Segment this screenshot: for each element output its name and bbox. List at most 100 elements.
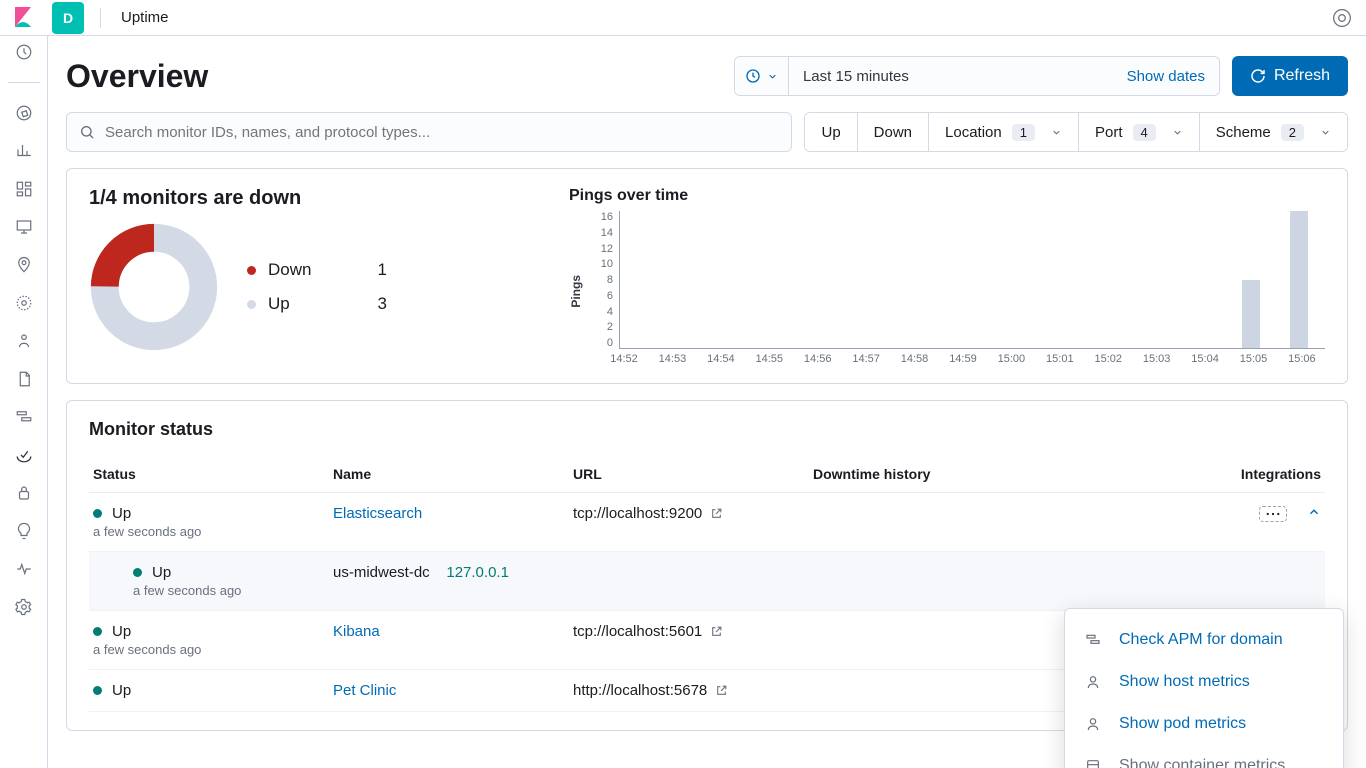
show-dates-link[interactable]: Show dates [1127,68,1205,85]
filter-up[interactable]: Up [805,113,857,151]
legend-up-label: Up [268,294,290,314]
filter-port[interactable]: Port 4 [1079,113,1200,151]
nav-siem-icon[interactable] [14,483,34,503]
popover-item[interactable]: Check APM for domain [1065,619,1343,661]
nav-management-icon[interactable] [14,597,34,617]
monitor-ip: 127.0.0.1 [446,564,509,581]
bar [1290,211,1308,348]
status-label: Up [112,505,131,522]
breadcrumb-app[interactable]: Uptime [121,9,169,26]
monitor-name-link[interactable]: Pet Clinic [333,682,396,699]
filter-location-label: Location [945,124,1002,141]
pings-y-axis: 1614121086420 [587,211,619,371]
legend-down-value: 1 [378,260,387,280]
popover-item-label: Show pod metrics [1119,715,1246,733]
side-nav [0,36,48,768]
legend-down-row: Down 1 [247,260,387,280]
status-dot-icon [93,509,102,518]
search-box[interactable] [66,112,792,152]
search-icon [79,124,95,140]
status-dot-icon [93,686,102,695]
integrations-button[interactable] [1259,506,1287,522]
col-name: Name [329,456,569,493]
nav-recent-icon[interactable] [14,42,34,62]
monitor-location: us-midwest-dc [333,564,430,581]
status-dot-icon [133,568,142,577]
pings-plot-area [619,211,1325,349]
time-picker[interactable]: Last 15 minutes Show dates [734,56,1220,96]
status-time: a few seconds ago [93,642,325,657]
collapse-toggle[interactable] [1307,505,1321,519]
monitor-status-title: Monitor status [89,419,1325,440]
filter-port-label: Port [1095,124,1123,141]
popover-item-icon [1085,758,1103,768]
search-input[interactable] [105,124,779,141]
popover-item-label: Show host metrics [1119,673,1250,691]
nav-devtools-icon[interactable] [14,521,34,541]
calendar-icon [745,68,761,84]
space-selector[interactable]: D [52,2,84,34]
monitor-name-link[interactable]: Elasticsearch [333,505,422,522]
snapshot-title: 1/4 monitors are down [89,187,529,210]
nav-apm-icon[interactable] [14,407,34,427]
external-link-icon[interactable] [710,507,723,520]
nav-maps-icon[interactable] [14,255,34,275]
refresh-label: Refresh [1274,67,1330,85]
filter-down[interactable]: Down [858,113,929,151]
monitor-url: tcp://localhost:9200 [573,505,702,522]
nav-dashboard-icon[interactable] [14,179,34,199]
time-range-label[interactable]: Last 15 minutes [803,68,909,85]
col-integrations: Integrations [1185,456,1325,493]
table-row[interactable]: Up a few seconds ago Elasticsearch tcp://lo… [89,493,1325,552]
monitor-name-link[interactable]: Kibana [333,623,380,640]
status-label: Up [152,564,171,581]
filter-up-label: Up [821,124,840,141]
external-link-icon[interactable] [710,625,723,638]
page-title: Overview [66,58,734,95]
filter-scheme-count: 2 [1281,124,1304,141]
nav-visualize-icon[interactable] [14,141,34,161]
filter-scheme-label: Scheme [1216,124,1271,141]
status-time: a few seconds ago [93,524,325,539]
nav-logs-icon[interactable] [14,369,34,389]
nav-monitoring-icon[interactable] [14,559,34,579]
filter-down-label: Down [874,124,912,141]
legend-down-label: Down [268,260,311,280]
refresh-button[interactable]: Refresh [1232,56,1348,96]
popover-item-icon [1085,674,1103,690]
col-status: Status [89,456,329,493]
kibana-logo-icon[interactable] [8,2,40,34]
popover-item-label: Show container metrics [1119,757,1285,768]
nav-uptime-icon[interactable] [14,445,34,465]
nav-discover-icon[interactable] [14,103,34,123]
dot-up-icon [247,300,256,309]
separator [100,8,101,28]
external-link-icon[interactable] [715,684,728,697]
nav-ml-icon[interactable] [14,293,34,313]
time-quick-select[interactable] [735,57,789,95]
popover-item-icon [1085,632,1103,648]
status-dot-icon [93,627,102,636]
top-header: D Uptime [0,0,1366,36]
integrations-popover: Check APM for domain Show host metrics Sho… [1064,608,1344,768]
legend-up-row: Up 3 [247,294,387,314]
pings-chart-title: Pings over time [569,187,1325,205]
popover-item[interactable]: Show host metrics [1065,661,1343,703]
snapshot-panel: 1/4 monitors are down Down 1 [66,168,1348,384]
filter-location[interactable]: Location 1 [929,113,1079,151]
popover-item-icon [1085,716,1103,732]
table-row-nested: Upa few seconds agous-midwest-dc 127.0.0… [89,552,1325,611]
dot-down-icon [247,266,256,275]
popover-item[interactable]: Show pod metrics [1065,703,1343,745]
refresh-icon [1250,68,1266,84]
filter-scheme[interactable]: Scheme 2 [1200,113,1347,151]
status-label: Up [112,682,131,699]
chevron-down-icon [1051,127,1062,138]
filter-group: Up Down Location 1 Port 4 Scheme 2 [804,112,1348,152]
status-label: Up [112,623,131,640]
nav-canvas-icon[interactable] [14,217,34,237]
nav-infrastructure-icon[interactable] [14,331,34,351]
nav-separator [8,82,40,83]
monitor-donut-chart [89,222,219,352]
help-icon[interactable] [1332,8,1352,28]
